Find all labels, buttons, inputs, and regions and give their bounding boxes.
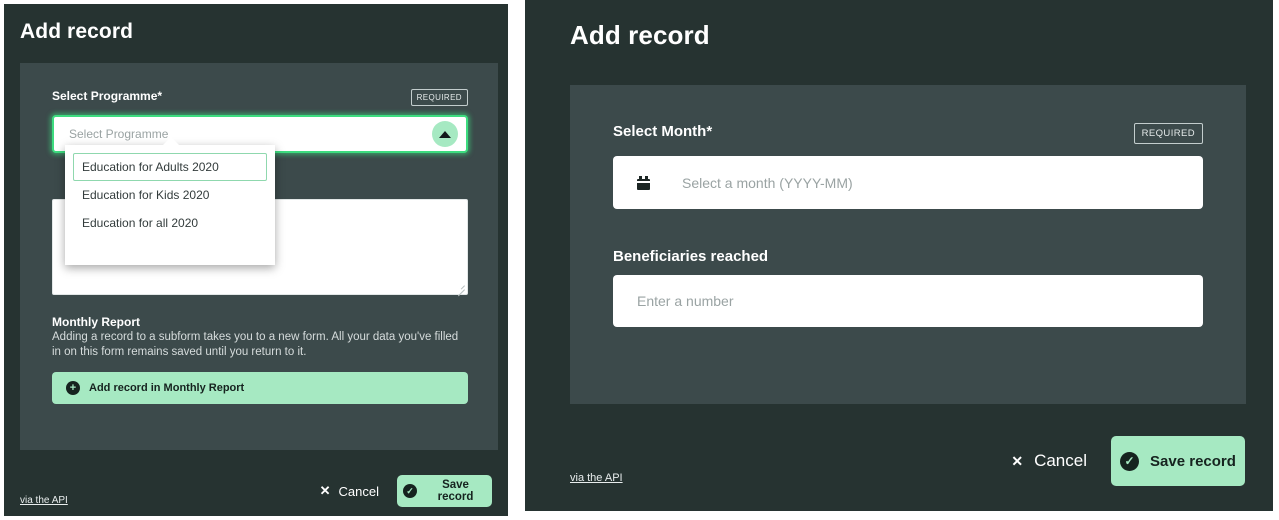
status-badge-required: REQUIRED <box>410 89 468 106</box>
select-programme-placeholder: Select Programme <box>69 127 169 141</box>
resize-handle-icon[interactable] <box>455 282 465 297</box>
status-badge-required: REQUIRED <box>1133 123 1203 144</box>
page-title: Add record <box>570 20 710 50</box>
add-record-in-monthly-report-label: Add record in Monthly Report <box>89 382 245 394</box>
select-month-placeholder: Select a month (YYYY-MM) <box>682 174 853 191</box>
save-record-button[interactable]: ✓ Save record <box>1111 436 1245 486</box>
close-x-icon: ✕ <box>319 483 331 498</box>
select-programme-field: Select Programme* REQUIRED Select Progra… <box>52 89 468 265</box>
right-dialog-footer: via the API ✕ Cancel ✓ Save record <box>525 404 1273 511</box>
subform-description: Adding a record to a subform takes you t… <box>52 331 459 358</box>
list-item[interactable]: Education for all 2020 <box>73 209 267 237</box>
cancel-button[interactable]: ✕ Cancel <box>1005 450 1093 472</box>
save-record-label: Save record <box>1150 452 1236 470</box>
beneficiaries-reached-placeholder: Enter a number <box>637 293 734 309</box>
screenshot-root: Add record Select Programme* REQUIRED Se… <box>0 0 1279 520</box>
right-add-record-dialog: Add record Select Month* REQUIRED Select… <box>525 0 1273 511</box>
check-circle-icon: ✓ <box>403 484 417 498</box>
select-programme-label: Select Programme* <box>52 89 163 103</box>
caret-up-icon <box>439 130 451 138</box>
via-the-api-link[interactable]: via the API <box>570 472 623 484</box>
check-circle-icon: ✓ <box>1120 451 1140 471</box>
right-footer-actions: ✕ Cancel ✓ Save record <box>1005 436 1245 486</box>
save-record-label: Save record <box>437 479 474 503</box>
list-item[interactable]: Education for Adults 2020 <box>73 153 267 181</box>
cancel-label: Cancel <box>1034 451 1087 470</box>
select-month-label: Select Month* <box>613 123 713 140</box>
add-record-in-monthly-report-button[interactable]: + Add record in Monthly Report <box>52 372 468 404</box>
select-month-field: Select Month* REQUIRED Select a month (Y… <box>613 123 1203 209</box>
list-item[interactable]: Education for Kids 2020 <box>73 181 267 209</box>
monthly-report-subform: Monthly Report Adding a record to a subf… <box>52 315 468 404</box>
beneficiaries-reached-field: Beneficiaries reached Enter a number <box>613 248 1203 327</box>
left-form-card: Select Programme* REQUIRED Select Progra… <box>20 63 498 450</box>
cancel-label: Cancel <box>338 483 379 499</box>
programme-dropdown-menu[interactable]: Education for Adults 2020 Education for … <box>65 137 275 265</box>
dropdown-arrow-icon <box>162 137 180 146</box>
cancel-button[interactable]: ✕ Cancel <box>314 482 385 500</box>
calendar-icon <box>637 175 650 190</box>
left-footer-actions: ✕ Cancel ✓ Save record <box>314 475 492 507</box>
subform-title: Monthly Report <box>52 315 140 329</box>
left-dialog-footer: via the API ✕ Cancel ✓ Save record <box>4 450 508 516</box>
save-record-button[interactable]: ✓ Save record <box>397 475 492 507</box>
beneficiaries-reached-label: Beneficiaries reached <box>613 248 769 265</box>
plus-circle-icon: + <box>66 381 80 395</box>
select-month-input[interactable]: Select a month (YYYY-MM) <box>613 156 1203 209</box>
select-month-label-row: Select Month* REQUIRED <box>613 123 1203 147</box>
via-the-api-link[interactable]: via the API <box>20 495 68 506</box>
select-programme-label-row: Select Programme* REQUIRED <box>52 89 468 109</box>
page-title: Add record <box>20 20 134 43</box>
right-form-card: Select Month* REQUIRED Select a month (Y… <box>570 85 1246 404</box>
select-programme-toggle-button[interactable] <box>432 121 458 147</box>
left-add-record-dialog: Add record Select Programme* REQUIRED Se… <box>4 4 508 516</box>
beneficiaries-reached-input[interactable]: Enter a number <box>613 275 1203 327</box>
close-x-icon: ✕ <box>1011 452 1024 469</box>
